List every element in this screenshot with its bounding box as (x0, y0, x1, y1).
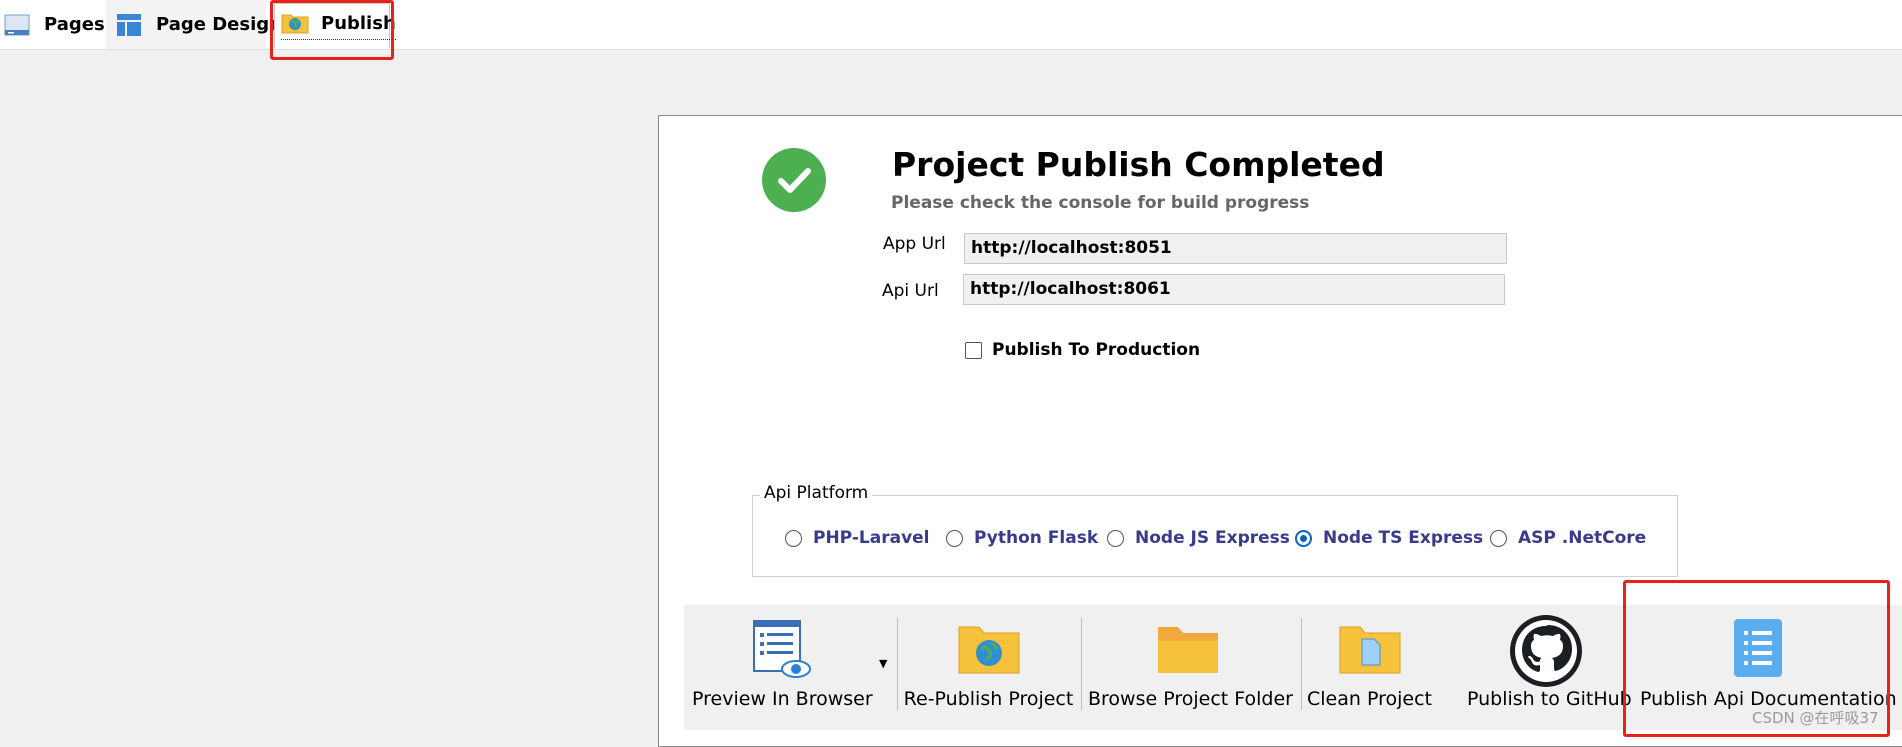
tab-pages-label: Pages (44, 14, 105, 35)
radio-node-js-express[interactable]: Node JS Express (1107, 528, 1290, 548)
preview-browser-icon (748, 617, 812, 679)
button-label: Clean Project (1307, 688, 1432, 710)
radio-button[interactable] (1107, 529, 1124, 547)
button-label: Preview In Browser (692, 688, 873, 710)
tab-publish[interactable]: Publish (274, 3, 396, 48)
page-subtitle: Please check the console for build progr… (891, 193, 1310, 213)
radio-label: Node TS Express (1323, 528, 1484, 548)
page-title: Project Publish Completed (892, 145, 1385, 184)
button-label: Browse Project Folder (1088, 688, 1293, 710)
success-check-icon (762, 148, 826, 212)
re-publish-project-button[interactable]: Re-Publish Project (903, 617, 1074, 727)
radio-label: Python Flask (974, 528, 1099, 548)
radio-button[interactable] (946, 529, 963, 547)
publish-to-production-checkbox[interactable] (965, 342, 982, 359)
radio-label: ASP .NetCore (1518, 528, 1647, 548)
github-icon (1509, 614, 1583, 688)
radio-button-selected[interactable] (1295, 529, 1312, 547)
clean-project-button[interactable]: Clean Project (1307, 617, 1432, 727)
watermark-text: CSDN @在呼吸37 (1752, 709, 1879, 727)
toolbar-separator (1081, 618, 1082, 710)
toolbar-separator (1301, 618, 1302, 710)
pages-icon (4, 13, 30, 37)
radio-button[interactable] (785, 529, 802, 547)
republish-folder-icon (957, 617, 1021, 679)
page-design-icon (116, 13, 142, 37)
radio-python-flask[interactable]: Python Flask (946, 528, 1098, 548)
button-label: Publish to GitHub (1467, 688, 1632, 710)
button-label: Re-Publish Project (903, 688, 1074, 710)
toolbar-separator (897, 618, 898, 710)
radio-button[interactable] (1490, 529, 1507, 547)
app-url-label: App Url (883, 234, 946, 254)
publish-globe-icon (281, 12, 309, 36)
folder-icon (1156, 617, 1220, 679)
radio-node-ts-express[interactable]: Node TS Express (1295, 528, 1483, 548)
clean-folder-icon (1338, 617, 1402, 679)
api-url-label: Api Url (882, 281, 939, 301)
api-platform-legend: Api Platform (760, 483, 873, 503)
api-docs-icon (1726, 617, 1790, 679)
tab-publish-label: Publish (321, 13, 396, 34)
radio-label: PHP-Laravel (813, 528, 930, 548)
publish-to-github-button[interactable]: Publish to GitHub (1467, 614, 1632, 727)
api-url-field[interactable]: http://localhost:8061 (963, 274, 1505, 305)
publish-to-production-label[interactable]: Publish To Production (992, 340, 1200, 360)
preview-in-browser-button[interactable]: Preview In Browser (692, 617, 873, 727)
app-url-field[interactable]: http://localhost:8051 (964, 233, 1507, 264)
tab-pages[interactable]: Pages (4, 0, 105, 49)
browse-project-folder-button[interactable]: Browse Project Folder (1088, 617, 1293, 727)
radio-asp-netcore[interactable]: ASP .NetCore (1490, 528, 1646, 548)
tab-page-design[interactable]: Page Design (106, 0, 282, 49)
tab-page-design-label: Page Design (156, 14, 282, 35)
chevron-down-icon[interactable]: ▼ (879, 657, 887, 670)
tab-strip: Pages Page Design Publish (0, 0, 1902, 50)
radio-php-laravel[interactable]: PHP-Laravel (785, 528, 930, 548)
radio-label: Node JS Express (1135, 528, 1290, 548)
